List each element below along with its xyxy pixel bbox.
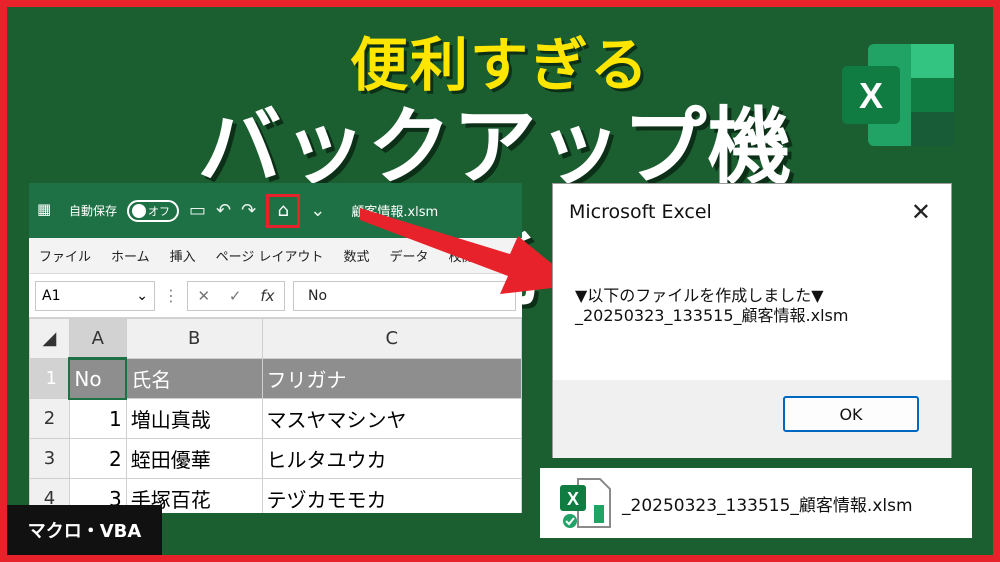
- cell-a1[interactable]: No: [68, 357, 128, 400]
- red-arrow-icon: [360, 208, 578, 294]
- category-badge: マクロ・VBA: [7, 505, 162, 555]
- row-header[interactable]: 3: [29, 438, 70, 479]
- dialog-titlebar: Microsoft Excel ✕: [553, 184, 951, 240]
- svg-text:X: X: [567, 489, 579, 509]
- autosave-toggle[interactable]: オフ: [127, 199, 180, 222]
- redo-icon[interactable]: ↷: [241, 200, 256, 221]
- dialog-title: Microsoft Excel: [569, 201, 712, 223]
- cell-c1[interactable]: フリガナ: [261, 358, 522, 399]
- excel-file-icon: X: [560, 478, 611, 528]
- formula-tools: ✕ ✓ fx: [187, 280, 285, 311]
- worksheet-grid: ◢ A B C 1 No 氏名 フリガナ 2 1 増山真哉 マスヤマシンヤ 3 …: [29, 318, 522, 513]
- column-header-a[interactable]: A: [68, 318, 127, 360]
- select-all-corner[interactable]: ◢: [29, 318, 70, 359]
- toggle-label: オフ: [148, 204, 171, 218]
- cell-b1[interactable]: 氏名: [125, 358, 263, 399]
- more-options-icon: ⋮: [163, 286, 179, 305]
- column-header-c[interactable]: C: [261, 318, 522, 359]
- undo-icon[interactable]: ↶: [216, 200, 231, 221]
- row-header[interactable]: 2: [29, 398, 70, 439]
- cell-c4[interactable]: テヅカモモカ: [261, 478, 522, 513]
- row-header[interactable]: 1: [29, 358, 70, 399]
- cell-a2[interactable]: 1: [68, 398, 127, 439]
- office-icon[interactable]: ▦: [37, 200, 59, 222]
- excel-logo-letter: X: [859, 75, 883, 116]
- table-row: 3 2 蛭田優華 ヒルタユウカ: [29, 438, 522, 479]
- tab-home[interactable]: ホーム: [111, 246, 150, 265]
- cell-b2[interactable]: 増山真哉: [125, 398, 263, 439]
- check-icon[interactable]: ✓: [229, 287, 242, 305]
- autosave-label: 自動保存: [69, 204, 118, 218]
- dialog-footer: OK: [553, 380, 951, 458]
- name-box-value: A1: [42, 287, 61, 304]
- dialog-message: ▼以下のファイルを作成しました▼ _20250323_133515_顧客情報.x…: [553, 240, 951, 380]
- table-row: 2 1 増山真哉 マスヤマシンヤ: [29, 398, 522, 439]
- save-icon[interactable]: ▭: [189, 200, 206, 221]
- column-header-b[interactable]: B: [125, 318, 263, 359]
- dialog-message-line1: ▼以下のファイルを作成しました▼: [575, 286, 824, 305]
- message-dialog: Microsoft Excel ✕ ▼以下のファイルを作成しました▼ _2025…: [552, 183, 952, 458]
- customize-qat-icon[interactable]: ⌄: [310, 200, 325, 221]
- chevron-down-icon: ⌄: [136, 287, 148, 304]
- backup-file-name: _20250323_133515_顧客情報.xlsm: [622, 495, 913, 516]
- name-box[interactable]: A1 ⌄: [35, 280, 155, 311]
- tab-page-layout[interactable]: ページ レイアウト: [216, 246, 324, 265]
- tab-insert[interactable]: 挿入: [170, 246, 196, 265]
- excel-logo-icon: X: [842, 44, 954, 146]
- close-icon[interactable]: ✕: [911, 198, 931, 226]
- backup-file-item[interactable]: X _20250323_133515_顧客情報.xlsm: [540, 468, 972, 538]
- table-row: 1 No 氏名 フリガナ: [29, 357, 522, 400]
- ok-button[interactable]: OK: [783, 396, 919, 432]
- dialog-message-line2: _20250323_133515_顧客情報.xlsm: [575, 306, 849, 325]
- cell-c2[interactable]: マスヤマシンヤ: [261, 398, 522, 439]
- toggle-knob: [132, 203, 147, 218]
- backup-macro-button[interactable]: ⌂: [266, 193, 301, 228]
- cancel-icon[interactable]: ✕: [197, 287, 210, 305]
- cell-c3[interactable]: ヒルタユウカ: [261, 438, 522, 479]
- insert-function-button[interactable]: fx: [260, 287, 274, 305]
- home-icon: ⌂: [277, 200, 289, 221]
- cell-a3[interactable]: 2: [68, 438, 127, 479]
- cell-b3[interactable]: 蛭田優華: [125, 438, 263, 479]
- tab-file[interactable]: ファイル: [39, 246, 91, 265]
